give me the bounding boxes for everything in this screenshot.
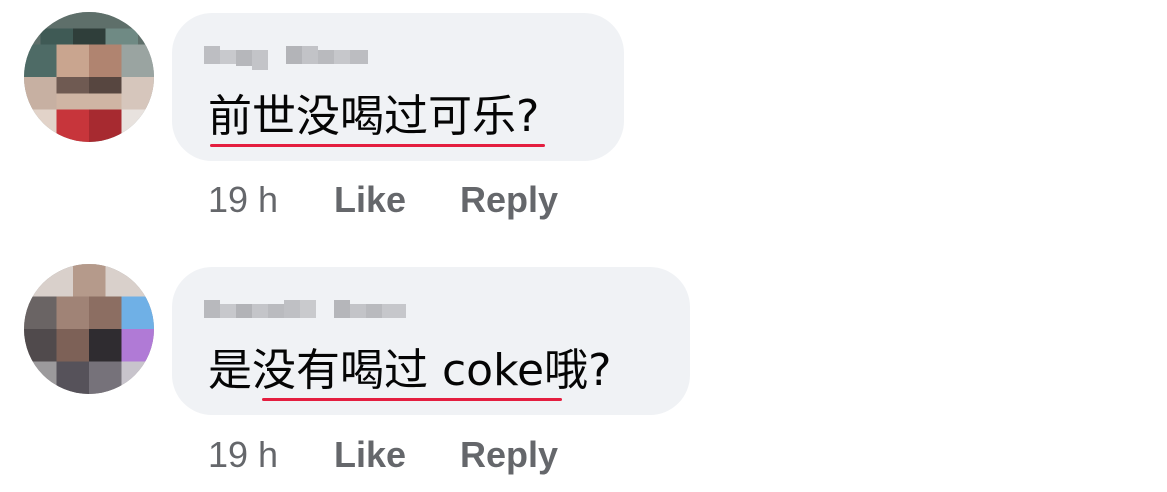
reply-button[interactable]: Reply [460, 178, 558, 222]
spellcheck-underline [210, 144, 545, 147]
comment-text-suffix: 哦? [544, 345, 612, 396]
like-button[interactable]: Like [334, 433, 406, 477]
blurred-author-name[interactable] [204, 296, 410, 326]
avatar[interactable] [24, 264, 154, 394]
comment-text-underlined: 没有喝过 coke [252, 345, 545, 396]
comment-text-prefix: 是 [208, 345, 252, 396]
reply-button[interactable]: Reply [460, 433, 558, 477]
avatar-image [24, 12, 154, 142]
blurred-author-name[interactable] [204, 42, 372, 72]
comment-text-underlined: 前世没喝过可乐 [208, 91, 516, 142]
comment-text: 前世没喝过可乐? [208, 90, 539, 144]
comment-text: 是没有喝过 coke哦? [208, 344, 611, 398]
comment-2: 是没有喝过 coke哦? 19 h Like Reply [0, 246, 1167, 492]
comment-1: 前世没喝过可乐? 19 h Like Reply [0, 0, 1167, 246]
avatar-image [24, 264, 154, 394]
comment-actions: 19 h Like Reply [0, 433, 700, 477]
comment-actions: 19 h Like Reply [0, 178, 700, 222]
avatar[interactable] [24, 12, 154, 142]
comment-timestamp[interactable]: 19 h [208, 178, 278, 222]
comment-text-suffix: ? [516, 91, 540, 142]
like-button[interactable]: Like [334, 178, 406, 222]
spellcheck-underline [262, 398, 562, 401]
comment-timestamp[interactable]: 19 h [208, 433, 278, 477]
